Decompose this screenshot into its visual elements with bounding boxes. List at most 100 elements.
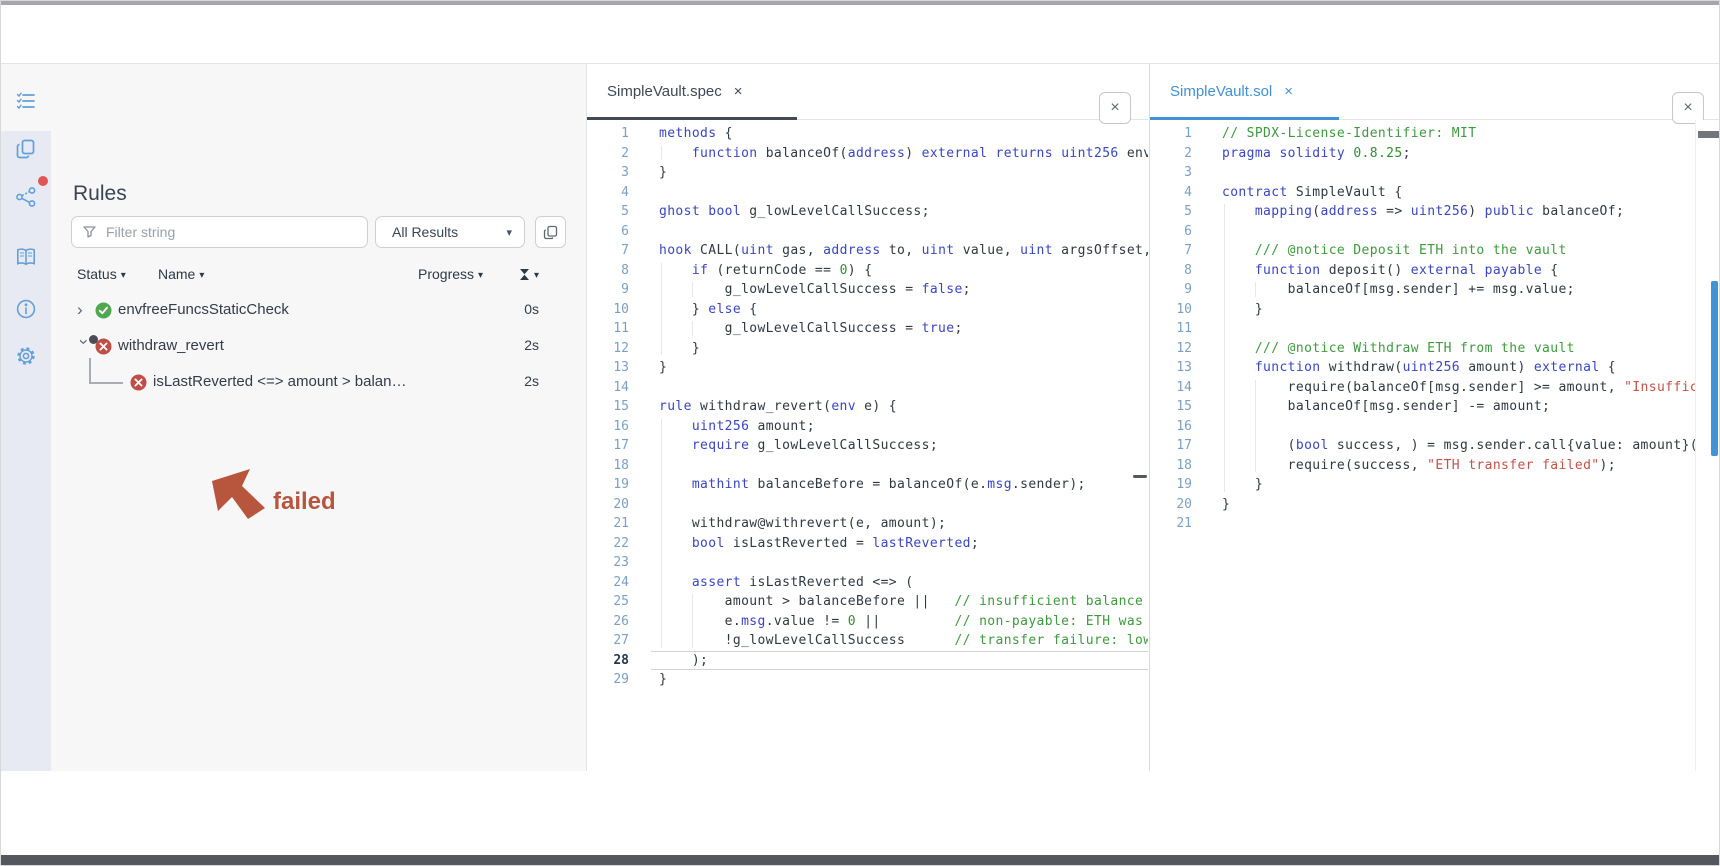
window-bottom-edge: [1, 855, 1719, 865]
spec-code-area[interactable]: 1methods {2 function balanceOf(address) …: [587, 120, 1148, 771]
line-number: 9: [587, 280, 651, 300]
duplicate-results-button[interactable]: [535, 216, 566, 248]
column-header-name[interactable]: Name▾: [158, 266, 204, 282]
rule-row-3[interactable]: isLastReverted <=> amount > balan… 2s: [51, 370, 586, 394]
tab-close-icon[interactable]: ×: [734, 83, 743, 100]
tab-simplevault-sol[interactable]: SimpleVault.sol ×: [1150, 64, 1311, 119]
line-number: 12: [587, 339, 651, 359]
settings-gear-icon[interactable]: [15, 345, 37, 367]
indent-guide: [1255, 380, 1256, 473]
rule-row-2[interactable]: ›withdraw_revert2s: [51, 334, 586, 358]
code-text: } else {: [651, 300, 1148, 320]
code-line-2: 2pragma solidity 0.8.25;: [1150, 144, 1720, 164]
line-number: 19: [1150, 475, 1214, 495]
code-line-5: 5ghost bool g_lowLevelCallSuccess;: [587, 202, 1148, 222]
failed-x-icon: [130, 374, 147, 396]
passed-check-icon: [95, 302, 112, 324]
docs-book-icon[interactable]: [15, 246, 37, 268]
code-line-9: 9 g_lowLevelCallSuccess = false;: [587, 280, 1148, 300]
line-number: 20: [587, 495, 651, 515]
code-text: require(success, "ETH transfer failed");: [1214, 456, 1720, 476]
notification-dot: [38, 176, 48, 186]
rule-duration: 2s: [524, 373, 539, 389]
line-number: 23: [587, 553, 651, 573]
tab-close-icon[interactable]: ×: [1284, 83, 1293, 100]
failed-annotation-arrow: [211, 468, 269, 525]
code-text: }: [651, 670, 1148, 690]
code-text: withdraw@withrevert(e, amount);: [651, 514, 1148, 534]
code-text: require(balanceOf[msg.sender] >= amount,…: [1214, 378, 1720, 398]
code-text: function balanceOf(address) external ret…: [651, 144, 1148, 164]
rules-table-header: Status▾ Name▾ Progress▾ ▾: [51, 266, 586, 286]
tab-simplevault-spec[interactable]: SimpleVault.spec ×: [587, 64, 761, 119]
filter-string-input[interactable]: [104, 223, 367, 241]
code-line-18: 18: [587, 456, 1148, 476]
code-text: /// @notice Deposit ETH into the vault: [1214, 241, 1720, 261]
code-line-18: 18 require(success, "ETH transfer failed…: [1150, 456, 1720, 476]
code-line-19: 19 }: [1150, 475, 1720, 495]
chevron-down-icon: ▾: [506, 226, 512, 239]
code-text: (bool success, ) = msg.sender.call{value…: [1214, 436, 1720, 456]
funnel-filter-icon: [83, 226, 96, 238]
name-column-label: Name: [158, 266, 195, 282]
code-text: [651, 456, 1148, 476]
code-line-1: 1methods {: [587, 124, 1148, 144]
code-text: methods {: [651, 124, 1148, 144]
sol-code-area[interactable]: 1// SPDX-License-Identifier: MIT2pragma …: [1150, 120, 1720, 771]
code-line-4: 4: [587, 183, 1148, 203]
files-copy-icon[interactable]: [15, 138, 37, 160]
line-number: 6: [1150, 222, 1214, 242]
tree-connector: [89, 382, 123, 384]
column-header-status[interactable]: Status▾: [77, 266, 126, 282]
rule-label[interactable]: withdraw_revert: [118, 337, 224, 354]
code-text: [1214, 222, 1720, 242]
code-line-2: 2 function balanceOf(address) external r…: [587, 144, 1148, 164]
rules-panel-title: Rules: [73, 182, 127, 206]
code-text: }: [1214, 475, 1720, 495]
call-graph-icon[interactable]: [15, 186, 37, 208]
rule-label[interactable]: isLastReverted <=> amount > balan…: [153, 373, 407, 390]
rule-row-1[interactable]: ›envfreeFuncsStaticCheck0s: [51, 298, 586, 322]
code-line-5: 5 mapping(address => uint256) public bal…: [1150, 202, 1720, 222]
line-number: 9: [1150, 280, 1214, 300]
code-line-12: 12 /// @notice Withdraw ETH from the vau…: [1150, 339, 1720, 359]
line-number: 21: [587, 514, 651, 534]
line-number: 29: [587, 670, 651, 690]
line-number: 3: [587, 163, 651, 183]
info-icon[interactable]: [15, 298, 37, 320]
code-text: if (returnCode == 0) {: [651, 261, 1148, 281]
hourglass-icon: [519, 268, 530, 281]
code-text: }: [1214, 495, 1720, 515]
code-text: !g_lowLevelCallSuccess // transfer failu…: [651, 631, 1148, 651]
sort-caret-icon: ▾: [534, 270, 539, 281]
code-text: pragma solidity 0.8.25;: [1214, 144, 1720, 164]
code-line-26: 26 e.msg.value != 0 || // non-payable: E…: [587, 612, 1148, 632]
code-text: [651, 495, 1148, 515]
sort-caret-icon: ▾: [121, 270, 126, 281]
line-number: 16: [587, 417, 651, 437]
code-line-16: 16: [1150, 417, 1720, 437]
duplicate-icon: [543, 225, 558, 240]
code-line-20: 20}: [1150, 495, 1720, 515]
rules-list-icon[interactable]: [15, 90, 37, 112]
sidebar-background: [1, 131, 51, 771]
code-text: function deposit() external payable {: [1214, 261, 1720, 281]
code-text: require g_lowLevelCallSuccess;: [651, 436, 1148, 456]
line-number: 5: [587, 202, 651, 222]
code-line-6: 6: [587, 222, 1148, 242]
pane-resize-handle[interactable]: [1133, 475, 1147, 478]
rule-label[interactable]: envfreeFuncsStaticCheck: [118, 301, 289, 318]
code-line-12: 12 }: [587, 339, 1148, 359]
expand-chevron-icon[interactable]: ›: [77, 299, 83, 321]
scrollbar-top-artifact: [1698, 131, 1720, 138]
filter-input-box[interactable]: [71, 216, 368, 248]
results-filter-dropdown[interactable]: All Results ▾: [375, 216, 525, 248]
column-header-progress[interactable]: Progress▾: [418, 266, 483, 282]
code-text: rule withdraw_revert(env e) {: [651, 397, 1148, 417]
indent-guide: [661, 146, 662, 161]
column-header-duration[interactable]: ▾: [519, 266, 539, 282]
line-number: 13: [587, 358, 651, 378]
vertical-scrollbar-thumb[interactable]: [1711, 281, 1718, 456]
line-number: 18: [587, 456, 651, 476]
line-number: 14: [1150, 378, 1214, 398]
